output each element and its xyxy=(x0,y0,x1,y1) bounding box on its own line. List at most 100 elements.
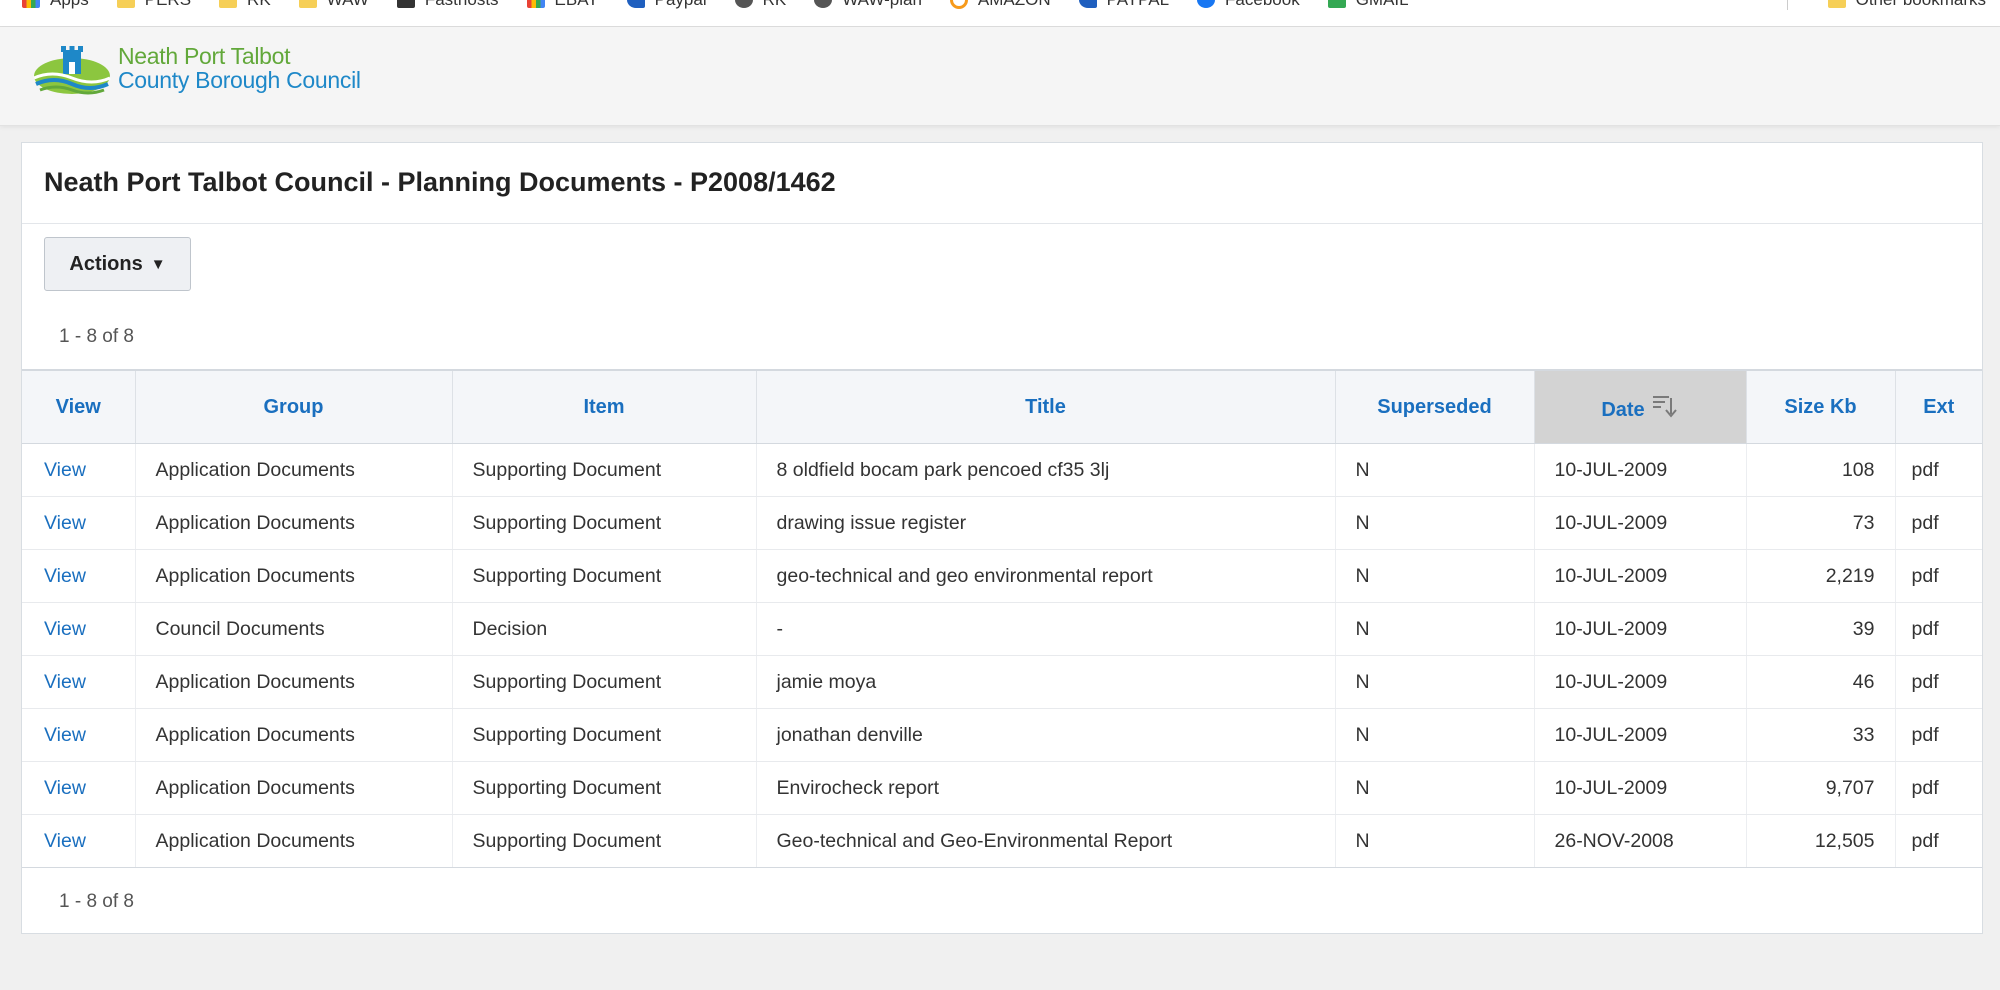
cell-item: Supporting Document xyxy=(452,814,757,868)
cell-view: View xyxy=(22,708,136,762)
paypal-icon xyxy=(1078,0,1097,8)
page-title: Neath Port Talbot Council - Planning Doc… xyxy=(44,167,836,197)
cell-title: drawing issue register xyxy=(756,496,1336,550)
table-row: View Application Documents Supporting Docu… xyxy=(22,761,1982,815)
cell-size: 9,707 xyxy=(1746,761,1896,815)
view-document-link[interactable]: View xyxy=(44,618,86,640)
cell-date: 10-JUL-2009 xyxy=(1534,496,1747,550)
view-document-link[interactable]: View xyxy=(44,512,86,534)
cell-group: Application Documents xyxy=(135,761,453,815)
column-header-group[interactable]: Group xyxy=(135,369,453,444)
bookmark-label: PAYPAL xyxy=(1107,0,1169,10)
bookmark-item[interactable]: Facebook xyxy=(1197,0,1300,10)
cell-group: Application Documents xyxy=(135,708,453,762)
council-logo[interactable]: Neath Port Talbot County Borough Council xyxy=(32,40,361,96)
bookmark-other-label: Other bookmarks xyxy=(1856,0,1986,10)
column-header-date[interactable]: Date xyxy=(1534,369,1747,444)
bookmark-item[interactable]: PERS xyxy=(116,0,191,10)
table-row: View Application Documents Supporting Docu… xyxy=(22,496,1982,550)
pagination-range-top: 1 - 8 of 8 xyxy=(59,326,134,347)
cell-date: 10-JUL-2009 xyxy=(1534,602,1747,656)
bookmark-item[interactable]: Paypal xyxy=(626,0,707,10)
bookmark-item[interactable]: GMAIL xyxy=(1327,0,1409,10)
view-document-link[interactable]: View xyxy=(44,671,86,693)
bookmark-item[interactable]: WAW xyxy=(298,0,369,10)
bookmark-label: WAW xyxy=(327,0,369,10)
cell-size: 46 xyxy=(1746,655,1896,709)
cell-date: 26-NOV-2008 xyxy=(1534,814,1747,868)
logo-text: Neath Port Talbot County Borough Council xyxy=(118,44,361,92)
cell-size: 12,505 xyxy=(1746,814,1896,868)
bookmark-label: WAW-plan xyxy=(842,0,922,10)
cell-title: Envirocheck report xyxy=(756,761,1336,815)
column-header-view[interactable]: View xyxy=(22,369,136,444)
documents-table-body: View Application Documents Supporting Docu… xyxy=(22,443,1982,868)
bookmark-item[interactable]: RK xyxy=(734,0,787,10)
cell-date: 10-JUL-2009 xyxy=(1534,761,1747,815)
table-header-row: View Group Item Title Superseded Date Si… xyxy=(22,369,1982,444)
cell-group: Application Documents xyxy=(135,814,453,868)
bookmark-label: RK xyxy=(247,0,271,10)
globe-icon xyxy=(734,0,753,8)
column-header-title[interactable]: Title xyxy=(756,369,1336,444)
cell-date: 10-JUL-2009 xyxy=(1534,443,1747,497)
bookmark-item[interactable]: RK xyxy=(219,0,271,10)
cell-ext: pdf xyxy=(1895,814,1982,868)
bookmark-label: RK xyxy=(763,0,787,10)
cell-item: Supporting Document xyxy=(452,708,757,762)
view-document-link[interactable]: View xyxy=(44,777,86,799)
column-header-superseded[interactable]: Superseded xyxy=(1335,369,1535,444)
bookmark-item[interactable]: Apps xyxy=(22,0,89,10)
facebook-icon xyxy=(1197,0,1216,8)
cell-title: jamie moya xyxy=(756,655,1336,709)
bookmarks-list: Apps PERS RK WAW Fasthosts EBAY Paypal RK WAW-pl… xyxy=(22,0,1437,11)
bookmark-item[interactable]: EBAY xyxy=(526,0,599,10)
view-document-link[interactable]: View xyxy=(44,830,86,852)
cell-superseded: N xyxy=(1335,443,1535,497)
cell-size: 108 xyxy=(1746,443,1896,497)
folder-icon xyxy=(116,0,135,8)
cell-item: Decision xyxy=(452,602,757,656)
cell-size: 73 xyxy=(1746,496,1896,550)
cell-title: Geo-technical and Geo-Environmental Repo… xyxy=(756,814,1336,868)
cell-ext: pdf xyxy=(1895,443,1982,497)
cell-view: View xyxy=(22,443,136,497)
cell-size: 39 xyxy=(1746,602,1896,656)
cell-view: View xyxy=(22,814,136,868)
cell-title: 8 oldfield bocam park pencoed cf35 3lj xyxy=(756,443,1336,497)
view-document-link[interactable]: View xyxy=(44,565,86,587)
bookmark-label: PERS xyxy=(145,0,191,10)
apps-grid-icon xyxy=(22,0,40,8)
cell-ext: pdf xyxy=(1895,708,1982,762)
cell-ext: pdf xyxy=(1895,655,1982,709)
actions-menu-button[interactable]: Actions ▼ xyxy=(44,237,191,291)
bookmark-item[interactable]: AMAZON xyxy=(949,0,1051,10)
bookmark-item[interactable]: PAYPAL xyxy=(1078,0,1169,10)
bookmark-other[interactable]: Other bookmarks xyxy=(1827,0,1986,11)
folder-icon xyxy=(298,0,317,8)
bookmark-label: EBAY xyxy=(555,0,599,10)
cell-superseded: N xyxy=(1335,761,1535,815)
cell-superseded: N xyxy=(1335,549,1535,603)
cell-item: Supporting Document xyxy=(452,655,757,709)
column-header-size[interactable]: Size Kb xyxy=(1746,369,1896,444)
amazon-icon xyxy=(949,0,968,9)
view-document-link[interactable]: View xyxy=(44,459,86,481)
column-header-item[interactable]: Item xyxy=(452,369,757,444)
table-row: View Council Documents Decision - N 10-JUL-20… xyxy=(22,602,1982,656)
view-document-link[interactable]: View xyxy=(44,724,86,746)
cell-view: View xyxy=(22,655,136,709)
cell-group: Application Documents xyxy=(135,496,453,550)
documents-table: View Group Item Title Superseded Date Si… xyxy=(22,369,1982,868)
cell-view: View xyxy=(22,549,136,603)
column-header-ext[interactable]: Ext xyxy=(1895,369,1982,444)
bookmark-label: GMAIL xyxy=(1356,0,1409,10)
cell-group: Council Documents xyxy=(135,602,453,656)
bookmark-item[interactable]: Fasthosts xyxy=(396,0,499,10)
cell-date: 10-JUL-2009 xyxy=(1534,549,1747,603)
sort-descending-icon xyxy=(1652,396,1677,418)
cell-item: Supporting Document xyxy=(452,443,757,497)
cell-ext: pdf xyxy=(1895,549,1982,603)
cell-title: geo-technical and geo environmental repo… xyxy=(756,549,1336,603)
bookmark-item[interactable]: WAW-plan xyxy=(814,0,922,10)
